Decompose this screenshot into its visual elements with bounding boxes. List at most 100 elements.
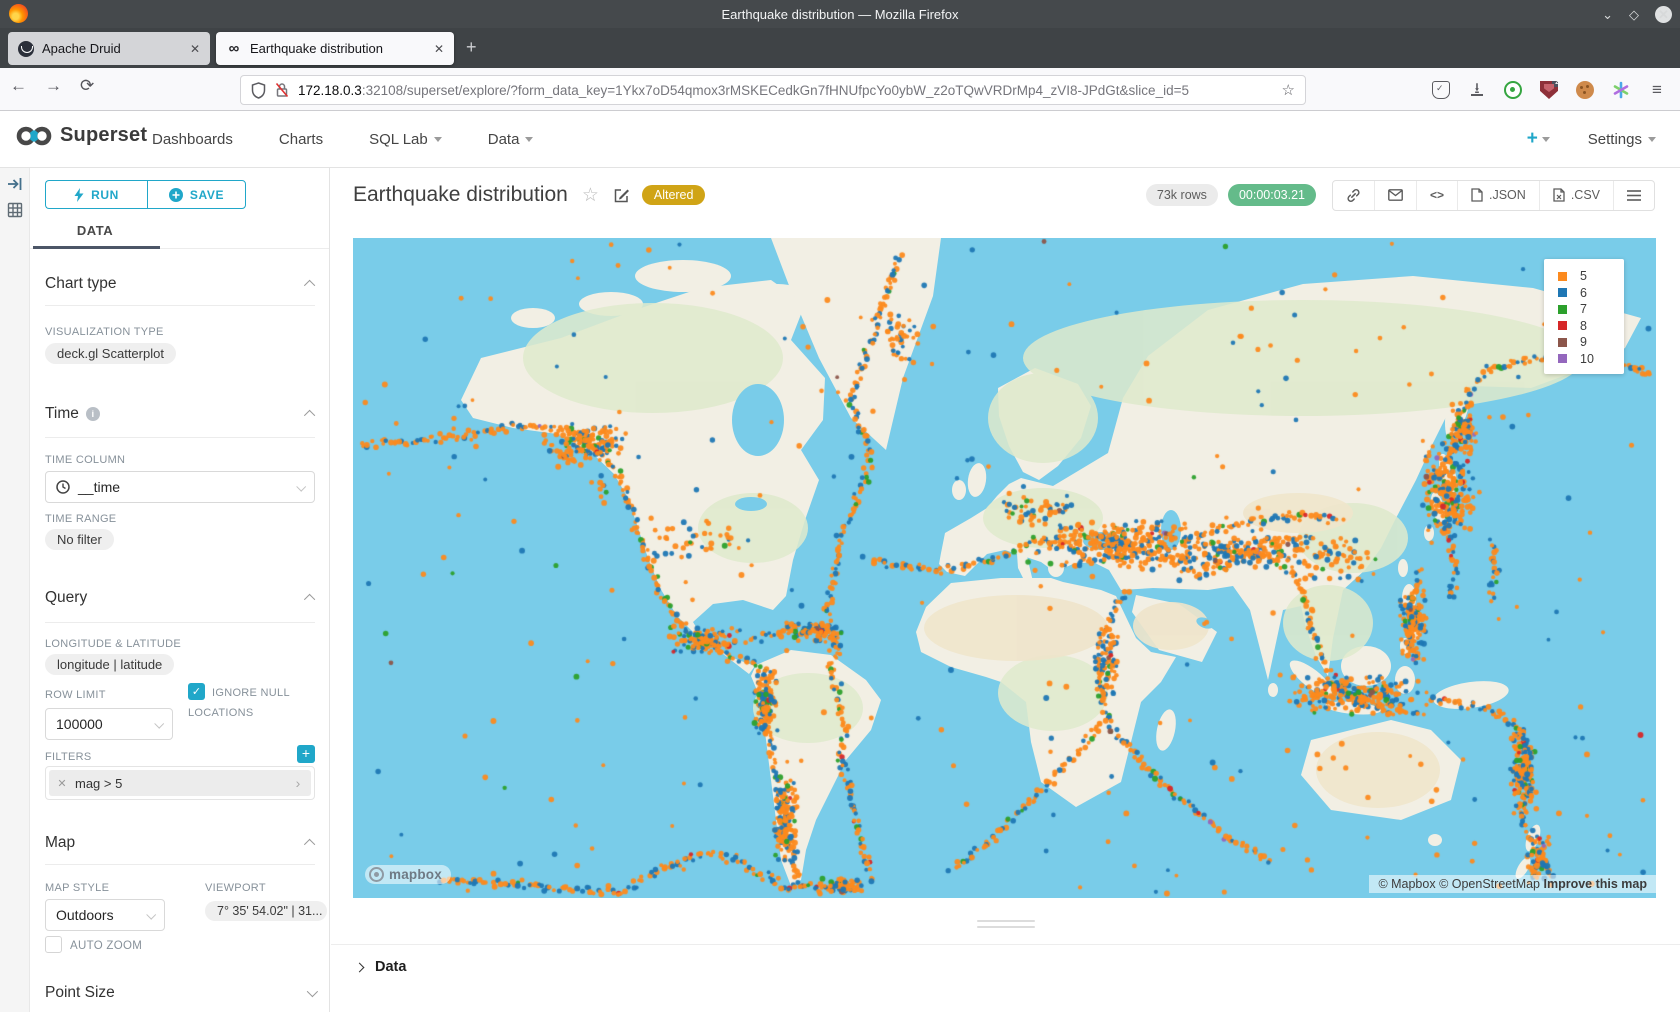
- favorite-star-icon[interactable]: ☆: [582, 184, 599, 207]
- time-column-select[interactable]: __time: [45, 471, 315, 503]
- embed-code-button[interactable]: <>: [1417, 181, 1458, 210]
- new-item-button[interactable]: +: [1527, 128, 1550, 150]
- ignore-null-label-2: LOCATIONS: [188, 707, 253, 719]
- legend-label: 10: [1580, 352, 1594, 366]
- legend-swatch: [1558, 288, 1567, 297]
- url-address-bar[interactable]: 172.18.0.3:32108/superset/explore/?form_…: [240, 75, 1306, 105]
- extension-green-icon[interactable]: [1504, 81, 1522, 99]
- time-range-value[interactable]: No filter: [45, 529, 114, 550]
- chart-menu-button[interactable]: [1614, 181, 1654, 210]
- export-json-button[interactable]: .JSON: [1458, 181, 1540, 210]
- tab-apache-druid[interactable]: Apache Druid ✕: [8, 32, 210, 65]
- nav-dashboards[interactable]: Dashboards: [152, 131, 233, 148]
- browser-tab-bar: Apache Druid ✕ ∞ Earthquake distribution…: [0, 28, 1680, 68]
- select-caret-icon: [146, 909, 156, 919]
- druid-favicon-icon: [18, 41, 34, 57]
- legend-item[interactable]: 6: [1558, 285, 1624, 302]
- legend-item[interactable]: 7: [1558, 301, 1624, 318]
- tab-data[interactable]: DATA: [30, 223, 160, 238]
- email-button[interactable]: [1375, 181, 1417, 210]
- save-button[interactable]: SAVE: [147, 180, 246, 209]
- dataset-grid-icon[interactable]: [7, 202, 23, 218]
- downloads-icon[interactable]: ⭳: [1468, 81, 1486, 99]
- bookmark-star-icon[interactable]: ☆: [1282, 81, 1295, 99]
- side-icon-strip: [0, 168, 30, 1012]
- data-panel-toggle[interactable]: Data: [331, 945, 1680, 975]
- viewport-value[interactable]: 7° 35' 54.02" | 31...: [205, 901, 327, 921]
- legend-label: 9: [1580, 335, 1587, 349]
- legend-item[interactable]: 9: [1558, 334, 1624, 351]
- window-maximize-button[interactable]: ◇: [1629, 8, 1639, 21]
- attrib-mapbox-link[interactable]: © Mapbox: [1378, 877, 1435, 891]
- superset-logo[interactable]: Superset: [16, 124, 147, 147]
- legend-label: 8: [1580, 319, 1587, 333]
- settings-menu[interactable]: Settings: [1588, 131, 1656, 148]
- tracking-shield-icon[interactable]: [251, 82, 266, 99]
- collapse-panel-icon[interactable]: [7, 176, 23, 192]
- legend-item[interactable]: 5: [1558, 268, 1624, 285]
- legend-item[interactable]: 8: [1558, 318, 1624, 335]
- filter-expand-icon[interactable]: ›: [285, 775, 311, 791]
- tab-close-icon[interactable]: ✕: [190, 42, 200, 56]
- run-button[interactable]: RUN: [45, 180, 147, 209]
- nav-data[interactable]: Data: [488, 131, 534, 148]
- window-minimize-button[interactable]: ⌄: [1602, 8, 1613, 21]
- export-button-group: <> .JSON .CSV: [1332, 180, 1655, 211]
- reload-button[interactable]: ⟳: [80, 76, 94, 96]
- tab-earthquake-distribution[interactable]: ∞ Earthquake distribution ✕: [216, 32, 454, 65]
- forward-button[interactable]: →: [45, 76, 62, 96]
- filter-item[interactable]: ✕ mag > 5 ›: [45, 766, 315, 800]
- tab-close-icon[interactable]: ✕: [434, 42, 444, 56]
- legend-item[interactable]: 10: [1558, 351, 1624, 368]
- row-count-badge: 73k rows: [1146, 184, 1218, 206]
- map-style-select[interactable]: Outdoors: [45, 899, 165, 931]
- time-column-value: __time: [78, 479, 120, 495]
- export-csv-button[interactable]: .CSV: [1540, 181, 1614, 210]
- legend-swatch: [1558, 338, 1567, 347]
- superset-logo-icon: [16, 125, 52, 147]
- viewport-label: VIEWPORT: [205, 882, 266, 894]
- superset-navbar: Superset Dashboards Charts SQL Lab Data …: [0, 111, 1680, 168]
- add-filter-button[interactable]: +: [297, 745, 315, 763]
- ignore-null-checkbox[interactable]: ✓: [188, 683, 205, 700]
- section-query[interactable]: Query: [45, 589, 315, 607]
- altered-badge[interactable]: Altered: [642, 185, 706, 205]
- nav-charts[interactable]: Charts: [279, 131, 323, 148]
- section-map[interactable]: Map: [45, 834, 315, 852]
- hamburger-menu-icon[interactable]: ≡: [1648, 81, 1666, 99]
- new-tab-button[interactable]: +: [466, 38, 477, 56]
- visualization-type-value[interactable]: deck.gl Scatterplot: [45, 343, 176, 364]
- legend-swatch: [1558, 321, 1567, 330]
- section-chart-type[interactable]: Chart type: [45, 275, 315, 293]
- cookie-extension-icon[interactable]: [1576, 81, 1594, 99]
- insecure-lock-icon[interactable]: [275, 82, 289, 98]
- panel-resize-handle[interactable]: [977, 920, 1035, 932]
- adblock-shield-icon[interactable]: 2: [1540, 81, 1558, 99]
- brand-name: Superset: [60, 124, 147, 147]
- back-button[interactable]: ←: [10, 76, 27, 96]
- colorful-extension-icon[interactable]: [1612, 81, 1630, 99]
- row-limit-value: 100000: [56, 716, 103, 732]
- attrib-osm-link[interactable]: © OpenStreetMap: [1439, 877, 1540, 891]
- lonlat-value[interactable]: longitude | latitude: [45, 654, 174, 675]
- chart-title: Earthquake distribution: [353, 183, 568, 207]
- explore-control-panel: RUN SAVE DATA Chart type VISUALIZATION T…: [30, 168, 330, 1012]
- pocket-shield-icon[interactable]: [1432, 81, 1450, 99]
- nav-sql-lab[interactable]: SQL Lab: [369, 131, 442, 148]
- file-icon: [1553, 188, 1565, 202]
- select-caret-icon: [296, 481, 306, 491]
- caret-down-icon: [1648, 137, 1656, 142]
- deckgl-map[interactable]: 5678910 mapbox © Mapbox © OpenStreetMap …: [353, 238, 1656, 898]
- mapbox-logo[interactable]: mapbox: [365, 865, 451, 884]
- copy-link-button[interactable]: [1333, 181, 1375, 210]
- auto-zoom-checkbox[interactable]: [45, 936, 62, 953]
- data-results-panel: Data: [331, 944, 1680, 1012]
- filter-remove-icon[interactable]: ✕: [49, 777, 75, 790]
- attrib-improve-link[interactable]: Improve this map: [1544, 877, 1648, 891]
- window-close-button[interactable]: ✕: [1655, 6, 1672, 23]
- section-time[interactable]: Timei: [45, 405, 315, 423]
- section-point-size[interactable]: Point Size: [45, 984, 315, 1002]
- row-limit-select[interactable]: 100000: [45, 708, 173, 740]
- legend-label: 7: [1580, 302, 1587, 316]
- edit-properties-icon[interactable]: [613, 187, 630, 204]
